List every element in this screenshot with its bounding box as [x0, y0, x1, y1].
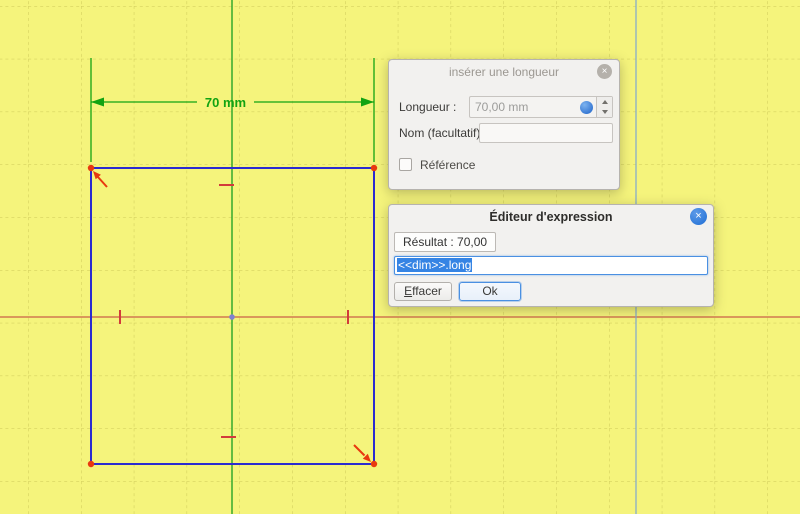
dimension-value-label[interactable]: 70 mm	[205, 95, 246, 110]
clear-button-rest: ffacer	[412, 284, 442, 298]
expression-selected-text: <<dim>>.long	[397, 258, 472, 272]
dialog-insert-length-titlebar[interactable]: insérer une longueur ×	[389, 60, 619, 84]
result-readout: Résultat : 70,00	[394, 232, 496, 252]
spinner[interactable]	[596, 97, 612, 117]
clear-button[interactable]: Effacer	[394, 282, 452, 301]
origin-point[interactable]	[229, 314, 235, 320]
vertex-bottomright[interactable]	[371, 461, 377, 467]
dialog-insert-length: insérer une longueur × Longueur : 70,00 …	[388, 59, 620, 190]
clear-button-accel: E	[404, 284, 412, 298]
dialog-expression-title: Éditeur d'expression	[389, 210, 713, 224]
name-input[interactable]	[479, 123, 613, 143]
close-icon[interactable]: ×	[597, 64, 612, 79]
vertex-bottomleft[interactable]	[88, 461, 94, 467]
spin-down-icon[interactable]	[597, 107, 612, 117]
expression-input[interactable]: <<dim>>.long	[394, 256, 708, 275]
vertex-topleft[interactable]	[88, 165, 94, 171]
ok-button[interactable]: Ok	[459, 282, 521, 301]
expression-icon[interactable]	[580, 101, 593, 114]
name-label: Nom (facultatif)	[399, 126, 480, 140]
length-label: Longueur :	[399, 100, 456, 114]
sketch-canvas[interactable]: 70 mm	[0, 0, 800, 514]
length-spinbox[interactable]: 70,00 mm	[469, 96, 613, 118]
reference-label: Référence	[420, 158, 475, 172]
vertex-topright[interactable]	[371, 165, 377, 171]
dialog-insert-length-title: insérer une longueur	[389, 65, 619, 79]
dialog-expression-titlebar[interactable]: Éditeur d'expression ×	[389, 205, 713, 229]
close-icon[interactable]: ×	[690, 208, 707, 225]
dialog-expression-editor: Éditeur d'expression × Résultat : 70,00 …	[388, 204, 714, 307]
reference-checkbox[interactable]	[399, 158, 412, 171]
spin-up-icon[interactable]	[597, 97, 612, 107]
length-value[interactable]: 70,00 mm	[470, 100, 580, 114]
